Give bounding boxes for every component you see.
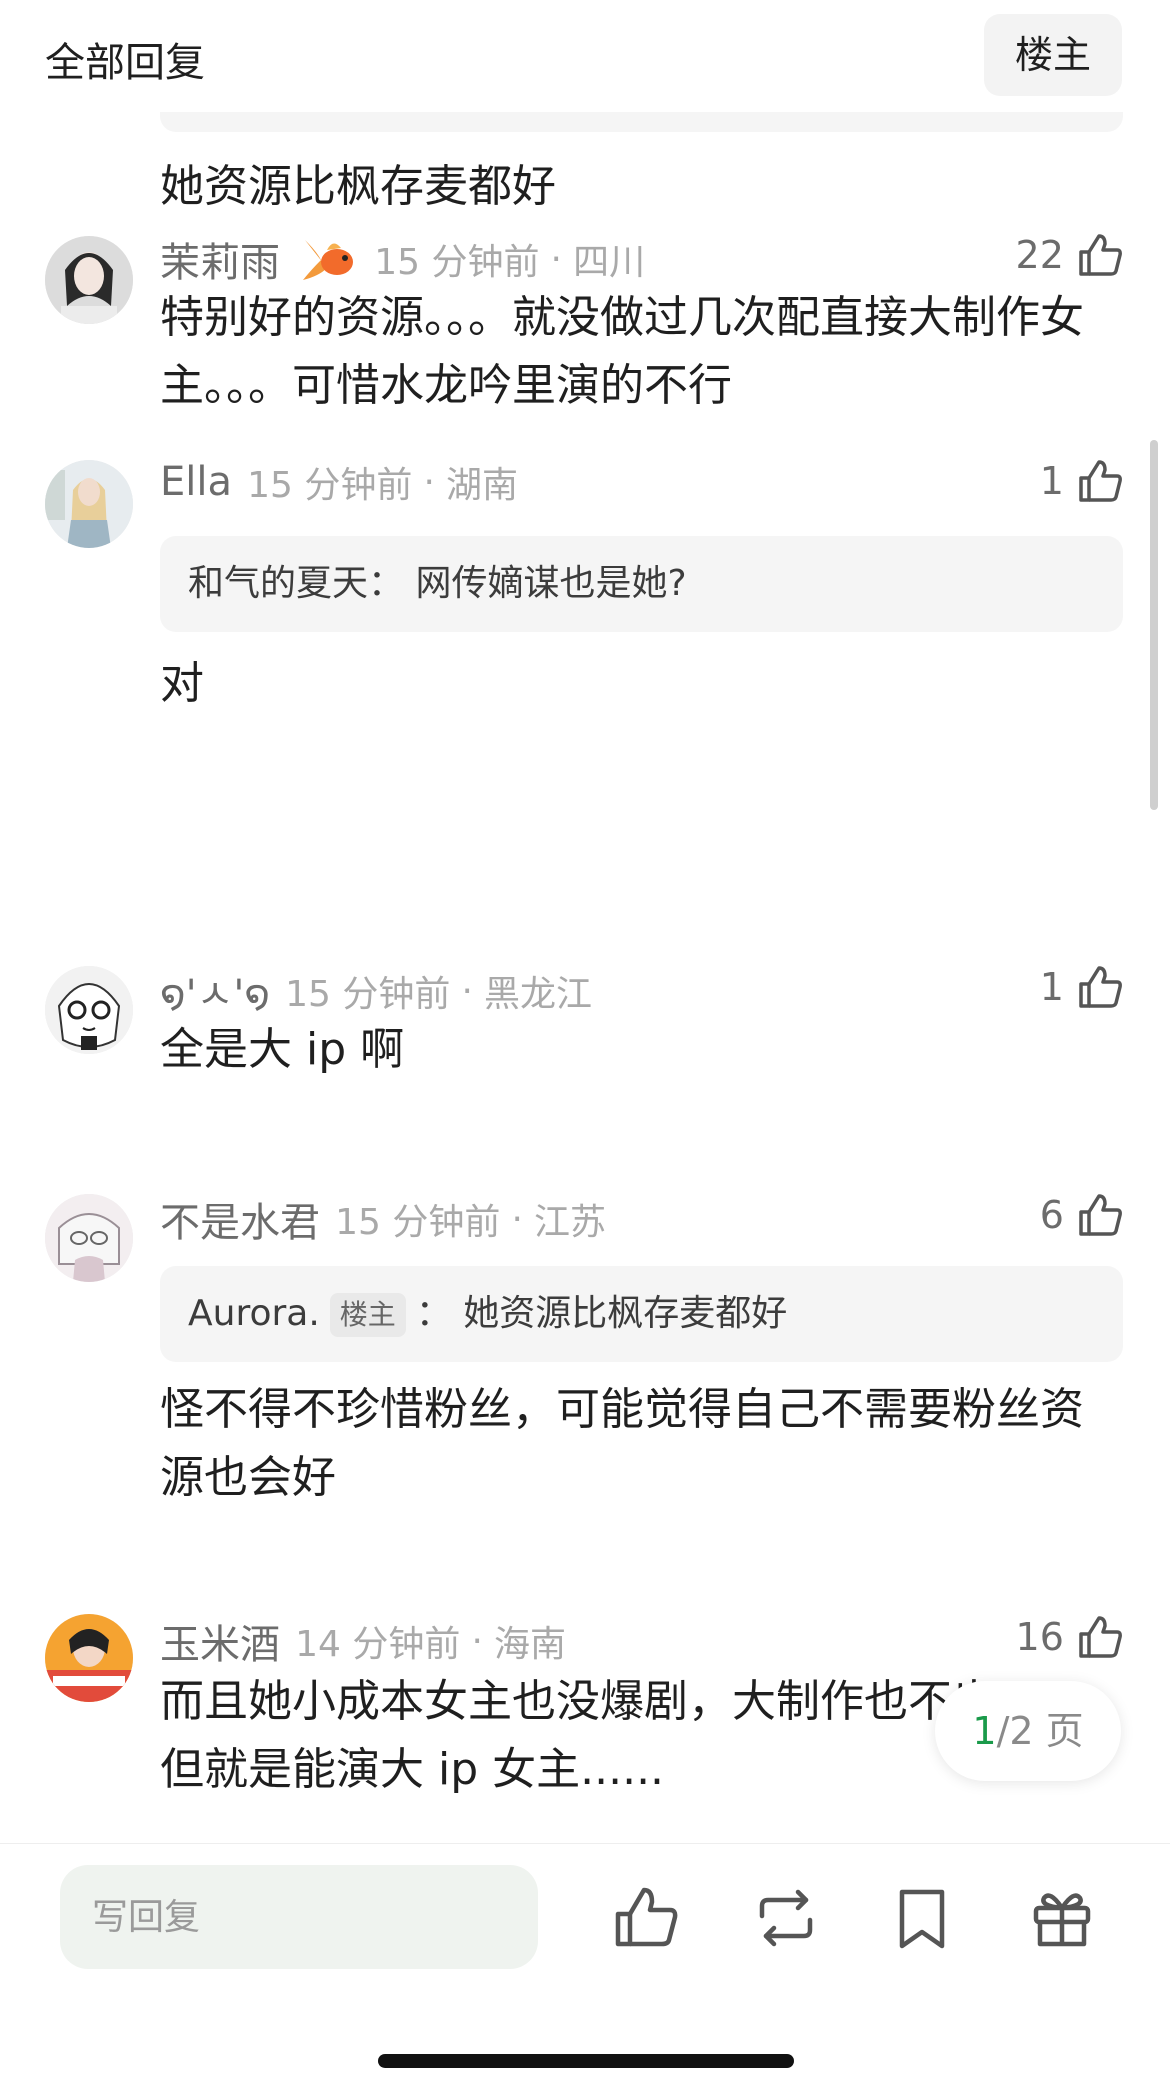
location: 湖南 — [446, 465, 519, 506]
comment-meta: 不是水君 15 分钟前 · 江苏 — [160, 1190, 606, 1250]
location: 黑龙江 — [484, 974, 593, 1015]
like-control[interactable]: 16 — [1016, 1612, 1125, 1672]
location: 江苏 — [534, 1202, 607, 1243]
quoted-text: 网传嫡谋也是她? — [415, 563, 687, 604]
username[interactable]: 不是水君 — [160, 1200, 320, 1246]
like-count: 1 — [1039, 459, 1064, 503]
goldfish-badge-icon — [297, 230, 359, 288]
like-count: 1 — [1039, 965, 1064, 1009]
username[interactable]: Ella — [160, 459, 232, 505]
quoted-text: 她资源比枫存麦都好 — [463, 1293, 788, 1334]
thumbs-up-icon[interactable] — [1075, 456, 1125, 506]
bookmark-icon[interactable] — [886, 1882, 958, 1954]
scrollbar[interactable] — [1150, 440, 1158, 810]
comment-text: 全是大 ip 啊 — [160, 1024, 405, 1075]
avatar[interactable] — [45, 1614, 133, 1702]
avatar[interactable] — [45, 1194, 133, 1282]
thumbs-up-icon[interactable] — [1075, 962, 1125, 1012]
thumbs-up-icon[interactable] — [1075, 1612, 1125, 1662]
like-count: 16 — [1015, 1615, 1064, 1659]
username[interactable]: 茉莉雨 — [160, 240, 280, 286]
page-title: 全部回复 — [45, 40, 205, 86]
like-control[interactable]: 22 — [1016, 230, 1125, 290]
quoted-author: Aurora. — [188, 1293, 320, 1334]
quoted-author: 和气的夏天 — [188, 563, 369, 604]
pagination-indicator[interactable]: 1/2 页 — [935, 1681, 1121, 1781]
quote-box-tail — [160, 112, 1123, 132]
comment-text: 怪不得不珍惜粉丝，可能觉得自己不需要粉丝资源也会好 — [160, 1384, 1084, 1503]
location: 海南 — [494, 1624, 567, 1665]
gift-icon[interactable] — [1026, 1882, 1098, 1954]
current-page: 1 — [972, 1709, 997, 1753]
dot-separator: · — [550, 238, 562, 280]
quoted-reply[interactable]: Aurora. 楼主： 她资源比枫存麦都好 — [160, 1266, 1123, 1362]
quoted-reply[interactable]: 和气的夏天： 网传嫡谋也是她? — [160, 536, 1123, 632]
op-badge: 楼主 — [329, 1293, 406, 1337]
comment-time: 14 分钟前 — [295, 1624, 461, 1665]
comment-time: 15 分钟前 — [335, 1202, 501, 1243]
like-count: 22 — [1015, 233, 1064, 277]
thumbs-up-icon[interactable] — [1075, 230, 1125, 280]
dot-separator: · — [471, 1620, 483, 1662]
page-total: /2 页 — [996, 1709, 1084, 1753]
like-icon[interactable] — [610, 1882, 682, 1954]
header-bar: 全部回复 楼主 — [0, 0, 1170, 110]
comment-text: 特别好的资源。。。就没做过几次配直接大制作女主。。。可惜水龙吟里演的不行 — [160, 292, 1084, 411]
bottom-action-bar — [0, 1843, 1170, 2096]
thumbs-up-icon[interactable] — [1075, 1190, 1125, 1240]
avatar[interactable] — [45, 236, 133, 324]
op-only-button[interactable]: 楼主 — [984, 14, 1122, 96]
comment-time: 15 分钟前 — [374, 242, 540, 283]
reply-input[interactable] — [60, 1865, 538, 1969]
comment-text: 对 — [160, 658, 204, 709]
dot-separator: · — [511, 1198, 523, 1240]
previous-comment-text: 她资源比枫存麦都好 — [160, 161, 556, 212]
like-control[interactable]: 6 — [1040, 1190, 1125, 1250]
avatar[interactable] — [45, 460, 133, 548]
comment-meta: ໑'ㅅ'໑ 15 分钟前 · 黑龙江 — [160, 962, 592, 1022]
location: 四川 — [573, 242, 646, 283]
comment-time: 15 分钟前 — [247, 465, 413, 506]
quote-colon: ： — [368, 563, 416, 604]
like-control[interactable]: 1 — [1040, 962, 1125, 1022]
like-control[interactable]: 1 — [1040, 456, 1125, 516]
dot-separator: · — [461, 970, 473, 1012]
quote-colon: ： — [415, 1293, 464, 1334]
comment-meta: 玉米酒 14 分钟前 · 海南 — [160, 1612, 566, 1672]
comment-meta: 茉莉雨 15 分钟前 · 四川 — [160, 230, 645, 290]
comment-time: 15 分钟前 — [285, 974, 451, 1015]
username[interactable]: 玉米酒 — [160, 1622, 280, 1668]
like-count: 6 — [1039, 1193, 1064, 1237]
dot-separator: · — [423, 461, 435, 503]
comment-meta: Ella 15 分钟前 · 湖南 — [160, 456, 518, 516]
repost-icon[interactable] — [750, 1882, 822, 1954]
avatar[interactable] — [45, 966, 133, 1054]
username[interactable]: ໑'ㅅ'໑ — [160, 972, 270, 1018]
home-indicator — [378, 2054, 794, 2068]
